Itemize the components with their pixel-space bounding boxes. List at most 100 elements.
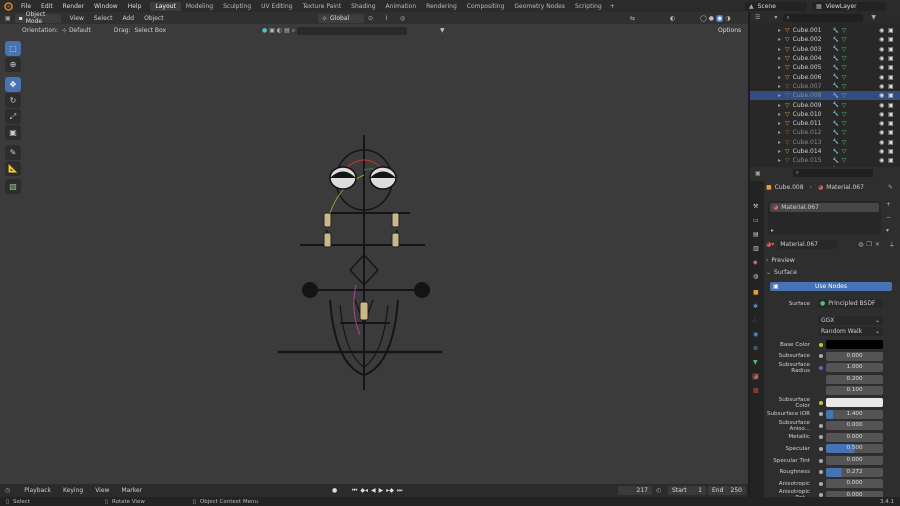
list-item[interactable]: ▸ ▽ Cube.010 🔧 ▽ ◉ ▣ [750, 110, 900, 119]
value-field[interactable]: 1.400 [826, 409, 883, 419]
tab-layout[interactable]: Layout [150, 1, 181, 11]
wireframe-shading-icon[interactable]: ◯ [700, 15, 707, 22]
timeline-menu-keying[interactable]: Keying [63, 487, 83, 494]
world-tab-icon[interactable]: ◍ [753, 273, 758, 280]
menu-file[interactable]: File [21, 3, 31, 10]
list-item[interactable]: ▸ ▽ Cube.001 🔧 ▽ ◉ ▣ [750, 26, 900, 35]
list-item[interactable]: ▸ ▽ Cube.012 🔧 ▽ ◉ ▣ [750, 128, 900, 137]
camera-icon[interactable]: ▣ [269, 27, 275, 34]
data-tab-icon[interactable]: ▼ [753, 359, 758, 366]
next-keyframe-icon[interactable]: ▸◆ [386, 487, 394, 495]
visibility-eye-icon[interactable]: ◉ [879, 83, 884, 90]
solid-shading-icon[interactable]: ● [709, 15, 714, 22]
visibility-eye-icon[interactable]: ◉ [879, 36, 884, 43]
jump-end-icon[interactable]: ⏭ [397, 487, 402, 495]
viewport-menu-select[interactable]: Select [94, 15, 113, 22]
menu-edit[interactable]: Edit [41, 3, 53, 10]
viewport-options-button[interactable]: Options [718, 27, 741, 34]
timeline-editor-icon[interactable]: ◷ [5, 487, 10, 494]
transform-orientation[interactable]: ⊹ Global [318, 13, 364, 23]
render-camera-icon[interactable]: ▣ [888, 83, 894, 90]
value-field[interactable]: 0.000 [826, 351, 883, 361]
render-camera-icon[interactable]: ▣ [888, 102, 894, 109]
value-field[interactable]: 0.100 [826, 386, 883, 396]
visibility-eye-icon[interactable]: ◉ [879, 111, 884, 118]
outliner-editor-icon[interactable]: ☰ [755, 14, 760, 21]
render-camera-icon[interactable]: ▣ [888, 92, 894, 99]
render-camera-icon[interactable]: ▣ [888, 120, 894, 127]
list-item[interactable]: ▸ ▽ Cube.007 🔧 ▽ ◉ ▣ [750, 82, 900, 91]
menu-window[interactable]: Window [94, 3, 118, 10]
expand-arrow-icon[interactable]: ▸ [778, 64, 781, 71]
color-swatch[interactable] [826, 398, 883, 407]
prev-keyframe-icon[interactable]: ◆◂ [360, 487, 368, 495]
expand-arrow-icon[interactable]: ▸ [778, 36, 781, 43]
play-reverse-icon[interactable]: ◀ [371, 487, 376, 495]
render-camera-icon[interactable]: ▣ [888, 139, 894, 146]
socket-dot-icon[interactable] [819, 342, 823, 347]
current-frame-field[interactable]: 217 [618, 486, 652, 495]
render-camera-icon[interactable]: ▣ [888, 36, 894, 43]
render-camera-icon[interactable]: ▣ [888, 55, 894, 62]
socket-dot-icon[interactable] [819, 446, 823, 451]
viewport-menu-view[interactable]: View [70, 15, 84, 22]
rotate-tool[interactable]: ↻ [5, 93, 21, 108]
render-camera-icon[interactable]: ▣ [888, 46, 894, 53]
texture-tab-icon[interactable]: ▩ [753, 387, 759, 394]
pin-icon[interactable]: ✎ [888, 184, 893, 191]
socket-dot-icon[interactable] [819, 400, 823, 405]
3d-model-render[interactable] [270, 135, 450, 395]
visibility-eye-icon[interactable]: ◉ [879, 55, 884, 62]
tab-uv-editing[interactable]: UV Editing [256, 2, 297, 11]
visibility-eye-icon[interactable]: ◉ [879, 46, 884, 53]
gizmo-icon[interactable]: ⇆ [630, 15, 635, 22]
list-item[interactable]: ▸ ▽ Cube.008 🔧 ▽ ◉ ▣ [750, 91, 900, 101]
slot-menu-icon[interactable]: ▾ [886, 227, 891, 234]
material-browse-icon[interactable]: ◕▾ [766, 241, 774, 248]
tab-animation[interactable]: Animation [381, 2, 422, 11]
socket-dot-icon[interactable] [819, 458, 823, 463]
visibility-eye-icon[interactable]: ◉ [879, 102, 884, 109]
preview-panel-header[interactable]: › Preview [766, 255, 896, 266]
outliner-search-field[interactable]: ⌕ [783, 13, 864, 22]
menu-render[interactable]: Render [63, 3, 84, 10]
blender-logo-icon[interactable] [3, 1, 13, 11]
unlink-material-icon[interactable]: ✕ [875, 241, 880, 248]
expand-arrow-icon[interactable]: ▸ [778, 157, 781, 164]
viewport-menu-add[interactable]: Add [122, 15, 134, 22]
transform-tool[interactable]: ▣ [5, 125, 21, 140]
viewport-menu-object[interactable]: Object [144, 15, 164, 22]
expand-arrow-icon[interactable]: ▸ [778, 139, 781, 146]
value-field[interactable]: 0.500 [826, 444, 883, 454]
select-box-tool[interactable]: ⬚ [5, 41, 21, 56]
render-camera-icon[interactable]: ▣ [888, 27, 894, 34]
value-field[interactable]: 0.000 [826, 479, 883, 489]
visibility-eye-icon[interactable]: ◉ [879, 74, 884, 81]
color-swatch[interactable] [826, 340, 883, 349]
material-shading-icon[interactable]: ◉ [715, 14, 724, 22]
subsurface-method-dropdown[interactable]: Random Walk ⌄ [818, 327, 883, 336]
pivot-icon[interactable]: ⊙ [368, 15, 373, 22]
expand-arrow-icon[interactable]: ▸ [778, 120, 781, 127]
image-icon[interactable]: ▤ [284, 27, 290, 34]
orientation-dropdown[interactable]: ⊹ Default [62, 27, 108, 34]
move-tool[interactable]: ✥ [5, 77, 21, 92]
expand-arrow-icon[interactable]: ▸ [778, 74, 781, 81]
view-layer-selector[interactable]: ▦ ViewLayer [812, 1, 886, 11]
search-field[interactable] [297, 26, 408, 35]
properties-search-field[interactable]: ⌕ [792, 169, 873, 177]
scale-tool[interactable]: ⤢ [5, 109, 21, 124]
expand-arrow-icon[interactable]: ▸ [778, 92, 781, 99]
socket-dot-icon[interactable] [819, 481, 823, 486]
clock-icon[interactable]: ◴ [656, 487, 661, 494]
expand-arrow-icon[interactable]: ▸ [778, 27, 781, 34]
tab-shading[interactable]: Shading [346, 2, 380, 11]
visibility-eye-icon[interactable]: ◉ [879, 120, 884, 127]
list-item[interactable]: ▸ ▽ Cube.011 🔧 ▽ ◉ ▣ [750, 119, 900, 128]
add-cube-tool[interactable]: ▧ [5, 179, 21, 194]
tab-geometry-nodes[interactable]: Geometry Nodes [509, 2, 570, 11]
material-slot-list[interactable]: ◕ Material.067 ▸ [768, 201, 881, 235]
view-layer-tab-icon[interactable]: ▥ [753, 245, 759, 252]
workspace-add-button[interactable]: + [610, 3, 615, 10]
browse-node-icon[interactable]: ⏚ [889, 240, 895, 249]
